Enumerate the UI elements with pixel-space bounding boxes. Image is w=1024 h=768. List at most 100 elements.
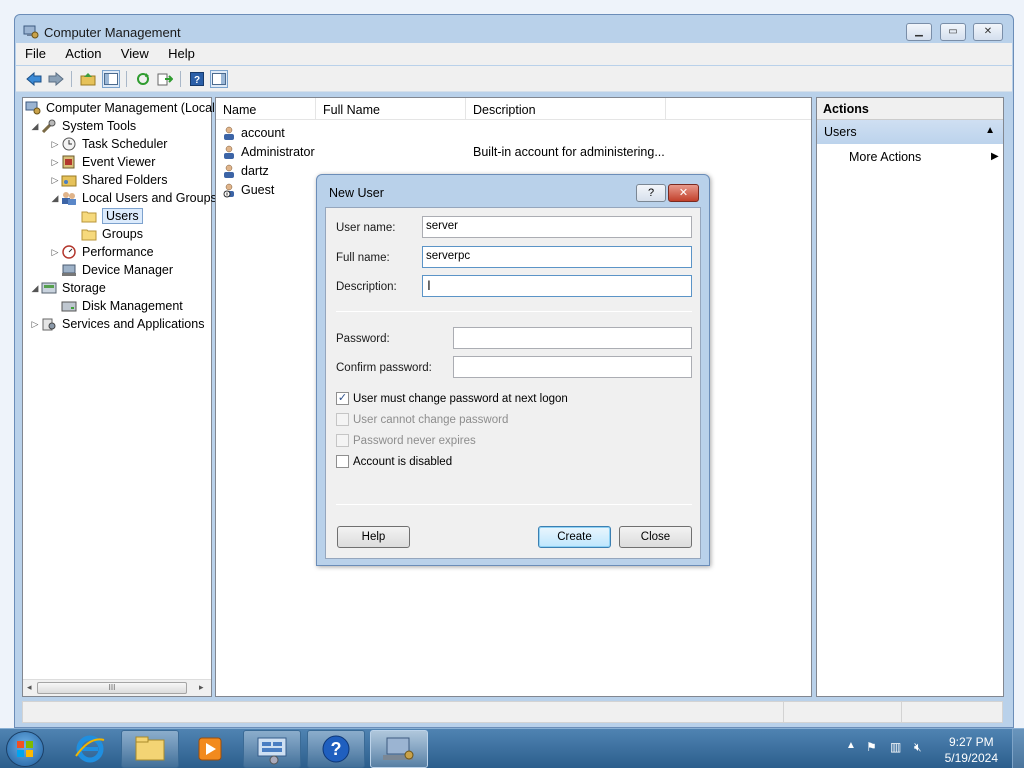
taskbar-file-explorer[interactable] bbox=[121, 730, 179, 768]
tree-item-services-and-applications[interactable]: ▷ Services and Applications bbox=[29, 315, 205, 333]
menu-view[interactable]: View bbox=[114, 43, 156, 64]
clock-icon bbox=[62, 137, 76, 151]
refresh-button[interactable] bbox=[134, 70, 152, 88]
username-label: User name: bbox=[336, 222, 396, 234]
forward-button[interactable] bbox=[47, 70, 65, 88]
collapse-up-icon[interactable]: ▲ bbox=[985, 125, 995, 136]
tree-item-label: System Tools bbox=[62, 119, 137, 133]
scroll-left-icon[interactable]: ◂ bbox=[27, 682, 32, 693]
show-hide-tree-icon bbox=[104, 73, 118, 85]
collapsed-arrow-icon[interactable]: ▷ bbox=[29, 319, 41, 330]
tree-item-local-users-and-groups[interactable]: ◢ Local Users and Groups bbox=[49, 189, 217, 207]
media-player-icon bbox=[198, 737, 222, 761]
dialog-help-button[interactable]: ? bbox=[636, 184, 666, 202]
column-header-full-name[interactable]: Full Name bbox=[316, 98, 466, 120]
taskbar-help-and-support[interactable]: ? bbox=[307, 730, 365, 768]
volume-muted-icon[interactable]: 🔇︎ bbox=[914, 740, 922, 755]
collapsed-arrow-icon[interactable]: ▷ bbox=[49, 157, 61, 168]
user-name: Administrator bbox=[241, 145, 315, 159]
show-hidden-icons-icon[interactable]: ▲ bbox=[846, 740, 856, 751]
checkbox-account-disabled[interactable]: Account is disabled bbox=[336, 455, 452, 468]
help-button[interactable]: ? bbox=[188, 70, 206, 88]
expanded-arrow-icon[interactable]: ◢ bbox=[29, 283, 41, 294]
menu-help[interactable]: Help bbox=[161, 43, 202, 64]
close-button[interactable]: ✕ bbox=[973, 23, 1003, 41]
password-field[interactable] bbox=[453, 327, 692, 349]
checkbox-must-change-password[interactable]: ✓ User must change password at next logo… bbox=[336, 392, 568, 405]
tree-item-label: Storage bbox=[62, 281, 106, 295]
export-list-button[interactable] bbox=[156, 70, 174, 88]
network-icon[interactable]: ▥ bbox=[890, 740, 901, 754]
taskbar-internet-explorer[interactable] bbox=[70, 732, 110, 766]
tree-item-shared-folders[interactable]: ▷ Shared Folders bbox=[49, 171, 168, 189]
tree-item-label: Device Manager bbox=[82, 263, 174, 277]
user-name: Guest bbox=[241, 183, 275, 197]
more-actions-item[interactable]: More Actions bbox=[849, 150, 921, 164]
list-item-administrator[interactable]: Administrator bbox=[222, 143, 315, 161]
status-divider bbox=[901, 702, 902, 722]
help-dialog-button[interactable]: Help bbox=[337, 526, 410, 548]
computer-management-icon bbox=[23, 25, 39, 39]
description-field[interactable] bbox=[422, 275, 692, 297]
checkbox-cannot-change-password[interactable]: User cannot change password bbox=[336, 413, 508, 426]
username-field[interactable]: server bbox=[422, 216, 692, 238]
list-item-account[interactable]: account bbox=[222, 124, 285, 142]
create-button[interactable]: Create bbox=[538, 526, 611, 548]
maximize-button[interactable]: ▭ bbox=[940, 23, 966, 41]
collapsed-arrow-icon[interactable]: ▷ bbox=[49, 175, 61, 186]
fullname-field[interactable]: serverpc bbox=[422, 246, 692, 268]
tree-item-task-scheduler[interactable]: ▷ Task Scheduler bbox=[49, 135, 168, 153]
clock[interactable]: 9:27 PM 5/19/2024 bbox=[945, 734, 998, 766]
minimize-button[interactable]: ▁ bbox=[906, 23, 932, 41]
tree-item-disk-management[interactable]: Disk Management bbox=[61, 297, 183, 315]
expanded-arrow-icon[interactable]: ◢ bbox=[49, 193, 61, 204]
column-header-name[interactable]: Name bbox=[216, 98, 316, 120]
tree-item-root[interactable]: Computer Management (Local bbox=[25, 99, 215, 117]
tree-item-device-manager[interactable]: Device Manager bbox=[61, 261, 173, 279]
tree-item-performance[interactable]: ▷ Performance bbox=[49, 243, 154, 261]
tree-item-users[interactable]: Users bbox=[81, 207, 143, 225]
actions-section-users[interactable]: Users ▲ bbox=[817, 120, 1003, 144]
scroll-thumb[interactable]: III bbox=[37, 682, 187, 694]
show-hide-action-pane-button[interactable] bbox=[210, 70, 228, 88]
menu-file[interactable]: File bbox=[18, 43, 53, 64]
show-hide-action-pane-icon bbox=[212, 73, 226, 85]
tree-item-event-viewer[interactable]: ▷ Event Viewer bbox=[49, 153, 156, 171]
taskbar-server-manager[interactable] bbox=[243, 730, 301, 768]
maximize-icon: ▭ bbox=[948, 26, 958, 37]
list-item-guest[interactable]: Guest bbox=[222, 181, 274, 199]
up-folder-button[interactable] bbox=[79, 70, 97, 88]
tree-item-groups[interactable]: Groups bbox=[81, 225, 143, 243]
tree-horizontal-scrollbar[interactable]: ◂ III ▸ bbox=[23, 679, 211, 696]
password-label: Password: bbox=[336, 333, 390, 345]
tree-item-system-tools[interactable]: ◢ System Tools bbox=[29, 117, 136, 135]
svg-text:?: ? bbox=[194, 75, 200, 86]
dialog-close-button[interactable]: ✕ bbox=[668, 184, 699, 202]
expanded-arrow-icon[interactable]: ◢ bbox=[29, 121, 41, 132]
scroll-right-icon[interactable]: ▸ bbox=[199, 682, 204, 693]
close-dialog-button[interactable]: Close bbox=[619, 526, 692, 548]
collapsed-arrow-icon[interactable]: ▷ bbox=[49, 247, 61, 258]
checkbox-password-never-expires[interactable]: Password never expires bbox=[336, 434, 476, 447]
taskbar-computer-management[interactable] bbox=[370, 730, 428, 768]
disk-icon bbox=[61, 301, 77, 312]
tree-item-storage[interactable]: ◢ Storage bbox=[29, 279, 106, 297]
show-hide-tree-button[interactable] bbox=[102, 70, 120, 88]
collapsed-arrow-icon[interactable]: ▷ bbox=[49, 139, 61, 150]
clock-time: 9:27 PM bbox=[948, 735, 994, 749]
menu-action[interactable]: Action bbox=[58, 43, 108, 64]
start-button[interactable] bbox=[6, 731, 44, 767]
confirm-password-field[interactable] bbox=[453, 356, 692, 378]
list-item-dartz[interactable]: dartz bbox=[222, 162, 269, 180]
tree-item-label: Shared Folders bbox=[82, 173, 168, 187]
column-header-description[interactable]: Description bbox=[466, 98, 666, 120]
checkbox-label: User cannot change password bbox=[353, 413, 509, 426]
show-desktop-button[interactable] bbox=[1012, 729, 1024, 768]
submenu-arrow-icon[interactable]: ▶ bbox=[991, 151, 999, 162]
action-center-flag-icon[interactable]: ⚑ bbox=[866, 740, 877, 754]
help-icon: ? bbox=[190, 72, 204, 86]
taskbar-media-player[interactable] bbox=[190, 732, 230, 766]
tree-item-label: Event Viewer bbox=[82, 155, 156, 169]
back-icon bbox=[26, 72, 42, 86]
back-button[interactable] bbox=[25, 70, 43, 88]
